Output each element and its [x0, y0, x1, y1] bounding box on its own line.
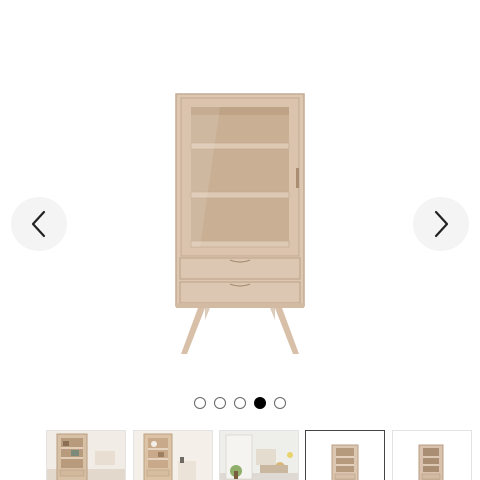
previous-image-button[interactable] — [11, 197, 67, 251]
thumbnail-image — [47, 431, 125, 480]
pagination-dots — [194, 397, 286, 409]
thumbnail-strip — [0, 430, 480, 480]
thumbnail-image — [220, 431, 298, 480]
pagination-dot-2[interactable] — [214, 397, 226, 409]
chevron-left-icon — [31, 210, 46, 238]
pagination-dot-4[interactable] — [254, 397, 266, 409]
thumbnail-cabinet-side[interactable] — [392, 430, 472, 480]
thumbnail-image — [393, 431, 471, 480]
pagination-dot-1[interactable] — [194, 397, 206, 409]
thumbnail-image — [134, 431, 212, 480]
thumbnail-image — [306, 431, 384, 480]
cabinet-illustration — [175, 93, 305, 354]
product-image-gallery — [0, 0, 480, 480]
chevron-right-icon — [434, 210, 449, 238]
thumbnail-cabinet-styled[interactable] — [133, 430, 213, 480]
pagination-dot-5[interactable] — [274, 397, 286, 409]
main-product-image — [160, 88, 320, 360]
next-image-button[interactable] — [413, 197, 469, 251]
thumbnail-room-scene[interactable] — [219, 430, 299, 480]
thumbnail-cabinet-front[interactable] — [305, 430, 385, 480]
thumbnail-cabinet-room[interactable] — [46, 430, 126, 480]
pagination-dot-3[interactable] — [234, 397, 246, 409]
